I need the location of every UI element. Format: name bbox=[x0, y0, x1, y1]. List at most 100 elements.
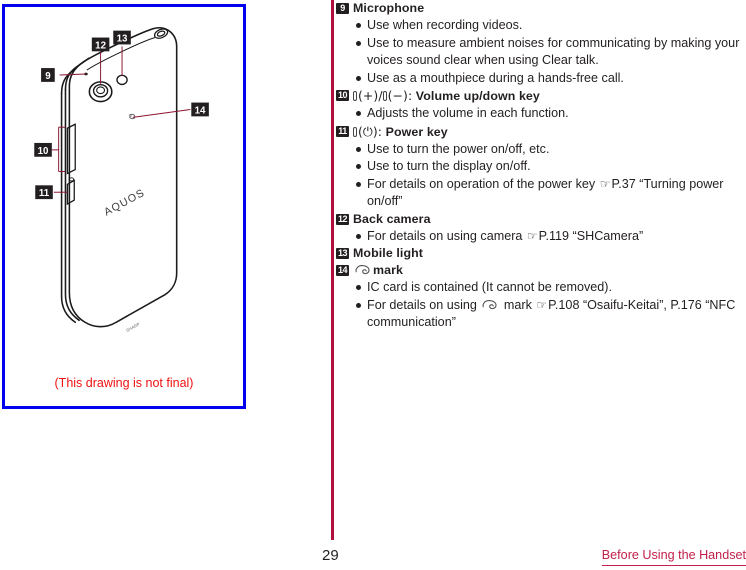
bullet-text: IC card is contained (It cannot be remov… bbox=[367, 280, 613, 294]
entry-power-key: 11 (⏻): Power key Use to turn the power … bbox=[336, 123, 746, 211]
svg-text:SHARP: SHARP bbox=[125, 321, 141, 333]
entry-title: mark bbox=[373, 263, 404, 277]
mobile-light-graphic bbox=[116, 74, 128, 86]
svg-text:10: 10 bbox=[38, 146, 49, 157]
bullet-list: Use when recording videos. Use to measur… bbox=[336, 17, 746, 87]
side-key-icon bbox=[353, 91, 357, 101]
bullet-text: Use to measure ambient noises for commun… bbox=[367, 35, 740, 68]
bullet-dot-icon bbox=[356, 23, 361, 28]
hand-pointer-icon: ☞ bbox=[536, 297, 548, 312]
entry-title: Volume up/down key bbox=[415, 89, 540, 103]
hand-pointer-icon: ☞ bbox=[526, 228, 538, 243]
entry-back-camera: 12 Back camera For details on using came… bbox=[336, 211, 746, 246]
entry-title-group: (⏻): Power key bbox=[353, 123, 448, 141]
entry-heading: 14 mark bbox=[336, 262, 746, 279]
entry-title-group: (+)/ (−): Volume up/down key bbox=[353, 87, 540, 105]
bullet-text: For details on operation of the power ke… bbox=[367, 176, 746, 211]
svg-text:13: 13 bbox=[117, 33, 128, 44]
side-key-icon bbox=[353, 126, 357, 137]
bullet-list: Use to turn the power on/off, etc. Use t… bbox=[336, 141, 746, 211]
bullet-text: Use when recording videos. bbox=[367, 18, 523, 32]
entry-heading: 10 (+)/ (−): Volume up/down key bbox=[336, 87, 746, 105]
bullet-list: Adjusts the volume in each function. bbox=[336, 105, 746, 123]
bullet-text-lead: For details on using bbox=[367, 297, 481, 312]
entry-felica-mark: 14 mark IC card is contained (It cannot … bbox=[336, 262, 746, 332]
entry-title-group: mark bbox=[353, 262, 403, 279]
list-item: For details on operation of the power ke… bbox=[336, 176, 746, 211]
content-column: 9 Microphone Use when recording videos. … bbox=[331, 0, 746, 543]
bullet-text: Adjusts the volume in each function. bbox=[367, 106, 569, 120]
list-item: For details on using camera ☞P.119 “SHCa… bbox=[336, 228, 746, 246]
illustration-panel: AQUOS SHARP 9 10 11 12 13 14 (This drawi… bbox=[2, 4, 246, 409]
entry-heading: 12 Back camera bbox=[336, 211, 746, 228]
callout-12: 12 bbox=[91, 37, 110, 51]
entry-title: Back camera bbox=[353, 211, 431, 226]
list-item: IC card is contained (It cannot be remov… bbox=[336, 279, 746, 297]
bullet-dot-icon bbox=[356, 181, 361, 187]
list-item: Use to measure ambient noises for commun… bbox=[336, 35, 746, 70]
callout-10: 10 bbox=[34, 142, 52, 157]
felica-mark-icon bbox=[355, 265, 370, 275]
entry-microphone: 9 Microphone Use when recording videos. … bbox=[336, 0, 746, 87]
entry-title: Mobile light bbox=[353, 246, 424, 260]
side-key-icon bbox=[382, 91, 387, 101]
svg-text:AQUOS: AQUOS bbox=[102, 187, 147, 219]
bullet-dot-icon bbox=[356, 233, 361, 239]
bullet-dot-icon bbox=[356, 146, 361, 152]
bullet-text: For details on using camera ☞P.119 “SHCa… bbox=[367, 228, 746, 246]
list-item: For details on using mark ☞P.108 “Osaifu… bbox=[336, 297, 746, 332]
bullet-dot-icon bbox=[356, 75, 361, 81]
marker-badge: 9 bbox=[336, 3, 349, 14]
back-camera-graphic bbox=[88, 81, 113, 103]
callout-14: 14 bbox=[191, 102, 209, 116]
bullet-dot-icon bbox=[356, 111, 361, 116]
volume-symbols-minus: (−): bbox=[387, 88, 413, 103]
list-item: Use when recording videos. bbox=[336, 17, 746, 35]
bullet-text: Use to turn the power on/off, etc. bbox=[367, 141, 550, 156]
volume-symbols: (+)/ bbox=[358, 88, 383, 103]
bullet-text: For details on using mark ☞P.108 “Osaifu… bbox=[367, 297, 746, 332]
list-item: Use to turn the display on/off. bbox=[336, 158, 746, 176]
entry-title: Microphone bbox=[353, 1, 425, 15]
bullet-text-lead: For details on using camera bbox=[367, 228, 526, 243]
felica-mark-icon bbox=[482, 299, 497, 309]
bullet-dot-icon bbox=[356, 302, 361, 308]
power-symbol: (⏻): bbox=[358, 123, 383, 139]
entry-heading: 11 (⏻): Power key bbox=[336, 123, 746, 141]
svg-text:9: 9 bbox=[45, 71, 51, 82]
bullet-text-mid: mark bbox=[500, 297, 536, 312]
list-item: Use to turn the power on/off, etc. bbox=[336, 141, 746, 159]
column-rule bbox=[331, 0, 334, 540]
svg-text:11: 11 bbox=[39, 188, 50, 199]
page-number: 29 bbox=[322, 547, 339, 564]
marker-badge: 12 bbox=[336, 213, 349, 225]
list-item: Adjusts the volume in each function. bbox=[336, 105, 746, 123]
bullet-list: For details on using camera ☞P.119 “SHCa… bbox=[336, 228, 746, 246]
bullet-list: IC card is contained (It cannot be remov… bbox=[336, 279, 746, 332]
bullet-dot-icon bbox=[356, 164, 361, 169]
power-key-graphic bbox=[66, 177, 75, 206]
bullet-text: Use to turn the display on/off. bbox=[367, 159, 531, 173]
entry-mobile-light: 13 Mobile light bbox=[336, 245, 746, 262]
marker-badge: 13 bbox=[336, 248, 349, 259]
svg-text:14: 14 bbox=[195, 105, 206, 116]
entry-heading: 13 Mobile light bbox=[336, 245, 746, 262]
page-reference: P.119 “SHCamera” bbox=[538, 228, 644, 243]
page-footer: 29 Before Using the Handset bbox=[0, 543, 746, 570]
bullet-text: Use as a mouthpiece during a hands-free … bbox=[367, 70, 624, 85]
marker-badge: 11 bbox=[336, 125, 349, 137]
marker-badge: 10 bbox=[336, 90, 349, 101]
callout-11: 11 bbox=[35, 185, 53, 199]
bullet-dot-icon bbox=[356, 40, 361, 46]
bullet-text-lead: For details on operation of the power ke… bbox=[367, 176, 599, 191]
felica-mark-graphic bbox=[128, 113, 136, 120]
callout-9: 9 bbox=[41, 68, 55, 82]
feature-list: 9 Microphone Use when recording videos. … bbox=[336, 0, 746, 332]
bullet-dot-icon bbox=[356, 285, 361, 290]
footer-section-label: Before Using the Handset bbox=[601, 548, 746, 566]
callout-13: 13 bbox=[113, 30, 131, 44]
svg-text:12: 12 bbox=[95, 40, 106, 51]
list-item: Use as a mouthpiece during a hands-free … bbox=[336, 70, 746, 88]
entry-volume-key: 10 (+)/ (−): Volume up/down key Adjusts t… bbox=[336, 87, 746, 123]
phone-back-drawing: AQUOS SHARP 9 10 11 12 13 14 bbox=[34, 27, 209, 333]
